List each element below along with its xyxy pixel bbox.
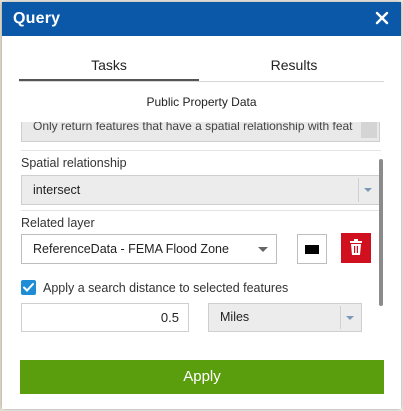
chevron-down-icon xyxy=(364,188,372,192)
panel-header: Query xyxy=(2,2,401,36)
query-panel: Query Tasks Results Public Property Data… xyxy=(2,2,401,409)
layer-title: Public Property Data xyxy=(146,95,257,109)
color-swatch xyxy=(305,245,319,254)
buffer-checkbox-label: Apply a search distance to selected feat… xyxy=(43,281,289,295)
form-scrollbar[interactable] xyxy=(379,159,383,306)
spatial-relationship-select[interactable]: intersect xyxy=(21,175,380,205)
buffer-checkbox[interactable] xyxy=(21,280,36,295)
trash-icon xyxy=(350,239,362,255)
symbol-color-button[interactable] xyxy=(297,234,327,264)
panel-title: Query xyxy=(13,10,61,27)
related-layer-value: ReferenceData - FEMA Flood Zone xyxy=(33,242,229,256)
chevron-down-icon xyxy=(346,316,354,320)
dropdown-button[interactable] xyxy=(358,178,377,202)
scroll-arrow-box xyxy=(361,122,377,138)
divider xyxy=(21,210,381,211)
tab-tasks[interactable]: Tasks xyxy=(19,57,199,81)
spatial-filter-text: Only return features that have a spatial… xyxy=(33,122,353,133)
spatial-relationship-label: Spatial relationship xyxy=(21,156,127,170)
dropdown-button[interactable] xyxy=(340,306,359,329)
tab-bar: Tasks Results xyxy=(19,57,384,82)
divider xyxy=(21,150,381,151)
related-layer-select[interactable]: ReferenceData - FEMA Flood Zone xyxy=(21,234,277,264)
buffer-unit-select[interactable]: Miles xyxy=(208,303,362,332)
spatial-relationship-value: intersect xyxy=(33,183,81,197)
spatial-filter-select[interactable]: Only return features that have a spatial… xyxy=(21,122,380,142)
tab-results[interactable]: Results xyxy=(204,57,384,79)
remove-layer-button[interactable] xyxy=(341,233,371,263)
task-form: Only return features that have a spatial… xyxy=(18,122,384,348)
buffer-distance-input[interactable]: 0.5 xyxy=(21,303,189,332)
close-icon[interactable] xyxy=(373,9,391,27)
apply-button[interactable]: Apply xyxy=(20,360,384,394)
buffer-unit-value: Miles xyxy=(220,310,250,324)
buffer-distance-value: 0.5 xyxy=(160,310,179,325)
related-layer-label: Related layer xyxy=(21,216,95,230)
check-icon xyxy=(23,283,34,292)
chevron-down-icon xyxy=(258,247,268,252)
